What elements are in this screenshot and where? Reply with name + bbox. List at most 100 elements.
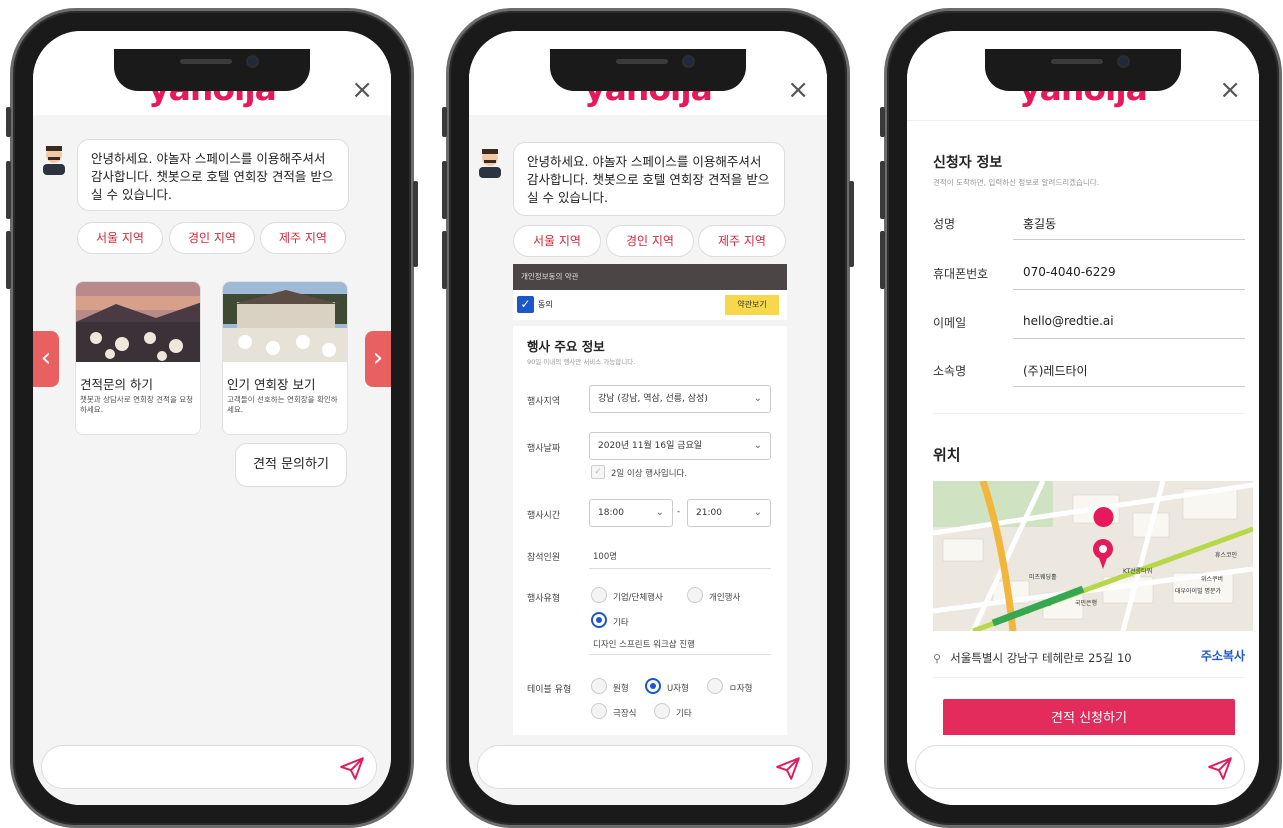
table-radio-u[interactable] (645, 678, 661, 694)
table-radio-theater[interactable] (591, 703, 607, 719)
table-radio-square[interactable] (707, 678, 723, 694)
type-radio-etc[interactable] (591, 612, 607, 628)
consent-bar: 개인정보동의 약관 (513, 264, 787, 290)
message-input[interactable] (915, 745, 1245, 789)
greeting-text: 안녕하세요. 야놀자 스페이스를 이용해주셔서 감사합니다. 챗봇으로 호텔 연… (91, 151, 334, 202)
chip-seoul[interactable]: 서울 지역 (77, 222, 163, 254)
multi-day-checkbox[interactable]: ✓ (591, 465, 605, 479)
type-etc-input[interactable]: 디자인 스프린트 워크샵 진행 (593, 638, 695, 650)
greeting-text: 안녕하세요. 야놀자 스페이스를 이용해주셔서 감사합니다. 챗봇으로 호텔 연… (527, 154, 770, 205)
table-option-label: 극장식 (613, 709, 637, 719)
message-input[interactable] (477, 745, 813, 789)
card-desc: 고객들이 선호하는 연회장을 확인하세요. (227, 395, 338, 414)
form-title: 행사 주요 정보 (527, 339, 605, 354)
chevron-down-icon: ⌄ (753, 393, 762, 404)
greeting-bubble: 안녕하세요. 야놀자 스페이스를 이용해주셔서 감사합니다. 챗봇으로 호텔 연… (77, 139, 349, 211)
form-card: 개인정보동의 약관 ✓ 동의 약관보기 행사 주요 정보 90일 이내의 행사만… (513, 264, 787, 744)
chevron-down-icon: ⌄ (753, 440, 762, 451)
consent-title: 개인정보동의 약관 (521, 272, 579, 281)
field-label-phone: 휴대폰번호 (933, 267, 989, 281)
type-label: 행사유형 (527, 594, 561, 604)
field-label-company: 소속명 (933, 364, 967, 378)
agree-label: 동의 (538, 300, 553, 309)
region-value: 강남 (강남, 역삼, 선릉, 삼성) (598, 394, 708, 404)
address-row: ⚲ 서울특별시 강남구 테헤란로 25길 10 주소복사 (933, 647, 1245, 667)
table-option-label: 원형 (613, 684, 629, 694)
table-label: 테이블 유형 (527, 685, 572, 695)
chip-gyeongin[interactable]: 경인 지역 (169, 222, 255, 254)
view-terms-button[interactable]: 약관보기 (725, 295, 779, 315)
field-phone-input[interactable]: 070-4040-6229 (1023, 265, 1116, 279)
chevron-down-icon: ⌄ (753, 507, 762, 518)
multi-day-label: 2일 이상 행사입니다. (611, 469, 688, 479)
type-radio-corporate[interactable] (591, 587, 607, 603)
copy-address-link[interactable]: 주소복사 (1201, 647, 1245, 664)
chip-jeju[interactable]: 제주 지역 (698, 225, 786, 257)
chip-gyeongin[interactable]: 경인 지역 (606, 225, 694, 257)
location-pin-icon: ⚲ (933, 652, 942, 665)
location-map[interactable]: 미츠웨딩홀 KT선릉타워 국민은행 대우아이빌 명문가 위스쿠버 휴스코인 (933, 481, 1253, 631)
phone-chat: yanolja × 안녕하세요. 야놀자 스페이스를 이용해주셔서 감사합니다.… (6, 8, 418, 828)
field-email-input[interactable]: hello@redtie.ai (1023, 314, 1114, 328)
type-radio-personal[interactable] (687, 587, 703, 603)
map-label: KT선릉타워 (1123, 567, 1152, 575)
composer (907, 735, 1259, 805)
field-label-name: 성명 (933, 217, 956, 231)
applicant-title: 신청자 정보 (933, 155, 1003, 171)
map-label: 위스쿠버 (1201, 575, 1223, 583)
card-quote-inquiry[interactable]: 견적문의 하기 챗봇과 상담사로 연회장 견적을 요청하세요. (75, 281, 201, 435)
message-input[interactable] (41, 745, 377, 789)
time-start-value: 18:00 (598, 508, 624, 518)
chip-seoul[interactable]: 서울 지역 (513, 225, 601, 257)
applicant-subtitle: 견적이 도착하면, 입력하신 정보로 알려드리겠습니다. (933, 178, 1100, 187)
venue-photo-image (223, 282, 347, 362)
agree-row: ✓ 동의 약관보기 (513, 290, 787, 320)
type-option-label: 개인행사 (709, 593, 741, 603)
type-option-label: 기업/단체행사 (613, 593, 663, 603)
chatbot-avatar-icon (43, 146, 65, 175)
composer (33, 735, 391, 805)
map-label: 휴스코인 (1215, 551, 1237, 559)
close-icon[interactable]: × (351, 77, 373, 103)
time-label: 행사시간 (527, 511, 561, 521)
type-option-label: 기타 (613, 618, 629, 628)
form-subtitle: 90일 이내의 행사만 서비스 가능합니다. (527, 358, 636, 366)
field-name-input[interactable]: 홍길동 (1023, 215, 1056, 232)
date-value: 2020년 11월 16일 금요일 (598, 441, 703, 451)
time-end-value: 21:00 (696, 508, 722, 518)
screen: yanolja × 안녕하세요. 야놀자 스페이스를 이용해주셔서 감사합니다.… (33, 31, 391, 805)
time-start-select[interactable]: 18:00 ⌄ (589, 499, 673, 527)
table-option-label: 기타 (676, 709, 692, 719)
send-icon[interactable] (1207, 755, 1233, 781)
date-select[interactable]: 2020년 11월 16일 금요일 ⌄ (589, 432, 771, 460)
close-icon[interactable]: × (787, 77, 809, 103)
card-title: 인기 연회장 보기 (227, 377, 316, 392)
composer (469, 735, 827, 805)
card-popular-venues[interactable]: 인기 연회장 보기 고객들이 선호하는 연회장을 확인하세요. (222, 281, 348, 435)
region-select[interactable]: 강남 (강남, 역삼, 선릉, 삼성) ⌄ (589, 385, 771, 413)
send-icon[interactable] (339, 755, 365, 781)
close-icon[interactable]: × (1219, 77, 1241, 103)
phone-form: yanolja × 안녕하세요. 야놀자 스페이스를 이용해주셔서 감사합니다.… (442, 8, 854, 828)
carousel-next-button[interactable]: › (365, 331, 391, 387)
user-reply-text: 견적 문의하기 (253, 457, 329, 472)
greeting-bubble: 안녕하세요. 야놀자 스페이스를 이용해주셔서 감사합니다. 챗봇으로 호텔 연… (513, 142, 785, 216)
people-value[interactable]: 100명 (593, 550, 617, 562)
field-company-input[interactable]: (주)레드타이 (1023, 362, 1088, 379)
card-desc: 챗봇과 상담사로 연회장 견적을 요청하세요. (80, 395, 194, 414)
submit-quote-button[interactable]: 견적 신청하기 (943, 699, 1235, 739)
location-title: 위치 (933, 446, 961, 464)
time-end-select[interactable]: 21:00 ⌄ (687, 499, 771, 527)
map-label: 국민은행 (1075, 599, 1097, 607)
people-label: 참석인원 (527, 553, 561, 563)
send-icon[interactable] (775, 755, 801, 781)
agree-checkbox[interactable]: ✓ (517, 296, 534, 313)
chip-jeju[interactable]: 제주 지역 (260, 222, 346, 254)
chatbot-avatar-icon (479, 149, 501, 178)
region-label: 행사지역 (527, 397, 561, 407)
table-radio-etc[interactable] (654, 703, 670, 719)
phone-applicant: yanolja × 신청자 정보 견적이 도착하면, 입력하신 정보로 알려드리… (880, 8, 1282, 828)
table-radio-round[interactable] (591, 678, 607, 694)
carousel-prev-button[interactable]: ‹ (33, 331, 59, 387)
map-label: 대우아이빌 명문가 (1175, 587, 1222, 595)
